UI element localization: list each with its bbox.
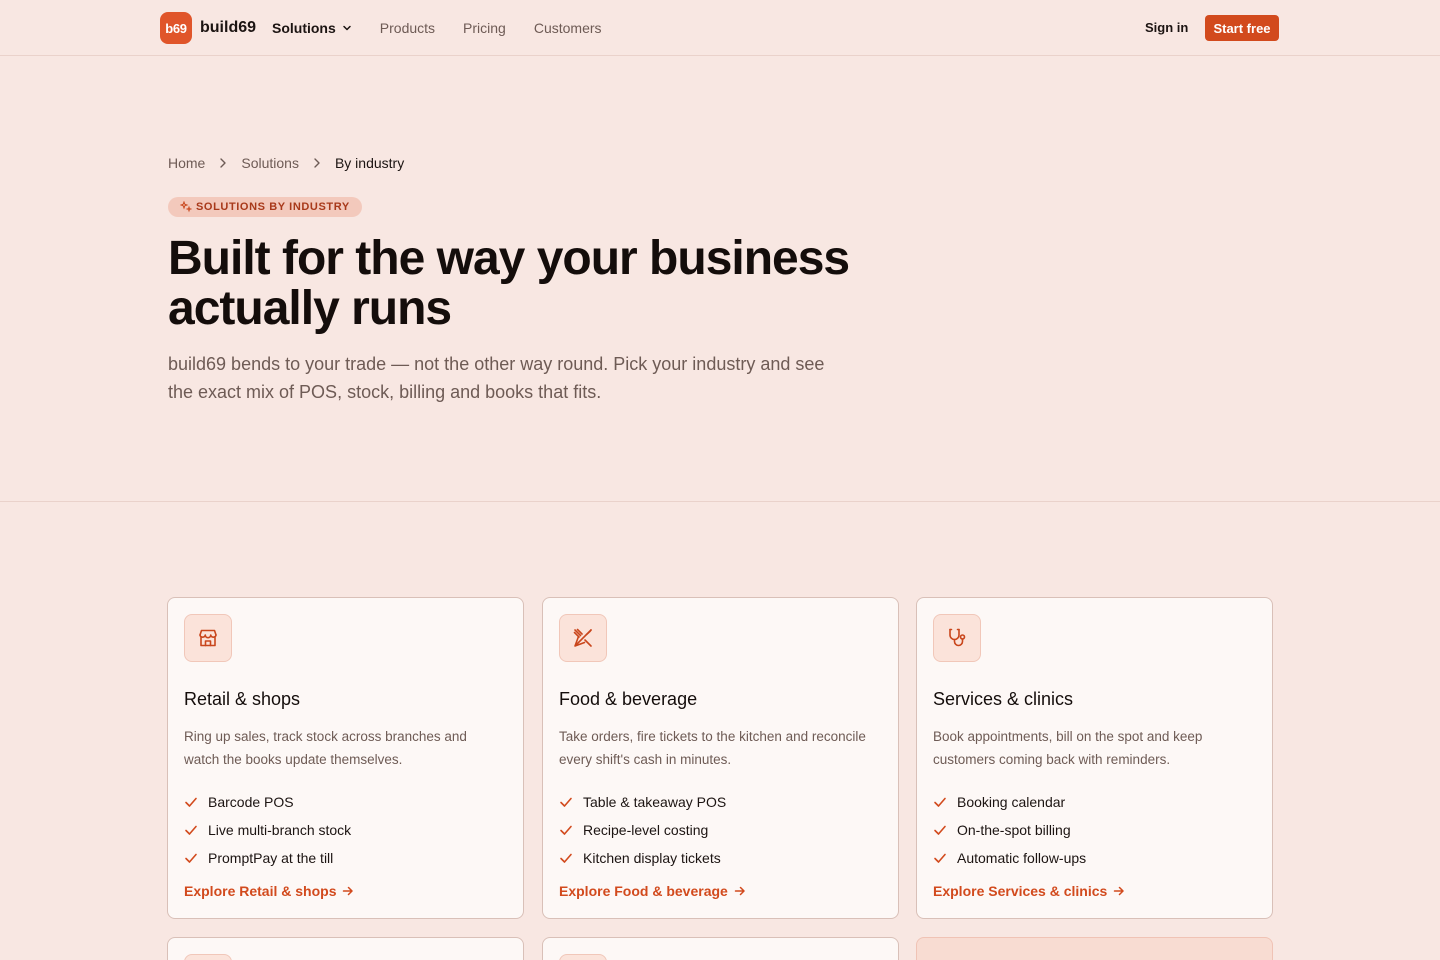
arrow-right-icon xyxy=(343,886,354,896)
feature-label: Booking calendar xyxy=(957,794,1066,810)
logo-text: build69 xyxy=(200,19,257,36)
top-navbar: b69 build69 Solutions Products Pricing C… xyxy=(0,0,1440,56)
card-icon-container xyxy=(559,954,607,960)
check-icon xyxy=(560,797,572,807)
industry-card-partial-highlight[interactable] xyxy=(916,937,1273,960)
breadcrumb: Home Solutions By industry xyxy=(168,155,404,171)
feature-label: PromptPay at the till xyxy=(208,850,334,866)
check-icon xyxy=(934,825,946,835)
eyebrow-badge: SOLUTIONS BY INDUSTRY xyxy=(168,197,362,217)
feature-list: Booking calendar On-the-spot billing Aut… xyxy=(933,788,1086,872)
check-icon xyxy=(934,853,946,863)
chevron-right-icon xyxy=(314,158,320,168)
explore-services-link[interactable]: Explore Services & clinics xyxy=(933,883,1125,899)
industry-card-partial[interactable] xyxy=(167,937,524,960)
page-subtitle: build69 bends to your trade — not the ot… xyxy=(168,354,825,402)
feature-item: Table & takeaway POS xyxy=(559,788,726,816)
card-title: Services & clinics xyxy=(933,689,1074,709)
card-title: Retail & shops xyxy=(184,689,301,709)
logo-badge: b69 xyxy=(160,12,192,44)
feature-label: Automatic follow-ups xyxy=(957,850,1087,866)
store-icon xyxy=(199,629,217,647)
utensils-icon xyxy=(573,628,592,647)
card-link-label: Explore Services & clinics xyxy=(933,883,1108,899)
feature-label: Recipe-level costing xyxy=(583,822,709,838)
feature-item: Automatic follow-ups xyxy=(933,844,1086,872)
card-description: Take orders, fire tickets to the kitchen… xyxy=(559,729,866,767)
card-icon-container xyxy=(184,614,232,662)
industry-card-services[interactable]: Services & clinics Book appointments, bi… xyxy=(916,597,1273,919)
check-icon xyxy=(560,853,572,863)
section-divider xyxy=(0,501,1440,502)
arrow-right-icon xyxy=(734,886,745,896)
breadcrumb-home[interactable]: Home xyxy=(168,155,205,171)
feature-item: PromptPay at the till xyxy=(184,844,351,872)
nav-item-solutions[interactable]: Solutions xyxy=(272,20,352,36)
feature-item: Booking calendar xyxy=(933,788,1086,816)
check-icon xyxy=(185,825,197,835)
card-icon-container xyxy=(933,614,981,662)
feature-item: Barcode POS xyxy=(184,788,351,816)
nav-item-label: Solutions xyxy=(272,20,336,36)
check-icon xyxy=(934,797,946,807)
feature-label: Live multi-branch stock xyxy=(208,822,352,838)
page-title: Built for the way your business actually… xyxy=(168,232,850,335)
feature-item: Kitchen display tickets xyxy=(559,844,726,872)
nav-item-customers[interactable]: Customers xyxy=(534,20,602,36)
feature-item: On-the-spot billing xyxy=(933,816,1086,844)
card-title: Food & beverage xyxy=(559,689,698,709)
breadcrumb-current: By industry xyxy=(334,155,405,171)
chevron-down-icon xyxy=(343,25,351,31)
industry-card-partial[interactable] xyxy=(542,937,899,960)
feature-label: On-the-spot billing xyxy=(957,822,1071,838)
arrow-right-icon xyxy=(1114,886,1125,896)
explore-retail-link[interactable]: Explore Retail & shops xyxy=(184,883,354,899)
feature-list: Table & takeaway POS Recipe-level costin… xyxy=(559,788,726,872)
card-icon-container xyxy=(184,954,232,960)
eyebrow-text: SOLUTIONS BY INDUSTRY xyxy=(196,201,350,213)
industry-card-retail[interactable]: Retail & shops Ring up sales, track stoc… xyxy=(167,597,524,919)
feature-list: Barcode POS Live multi-branch stock Prom… xyxy=(184,788,351,872)
sparkles-icon xyxy=(180,201,192,213)
feature-item: Live multi-branch stock xyxy=(184,816,351,844)
start-free-button[interactable]: Start free xyxy=(1205,15,1279,41)
check-icon xyxy=(560,825,572,835)
breadcrumb-solutions[interactable]: Solutions xyxy=(241,155,299,171)
nav-item-products[interactable]: Products xyxy=(380,20,435,36)
card-link-label: Explore Retail & shops xyxy=(184,883,337,899)
feature-label: Barcode POS xyxy=(208,794,294,810)
stethoscope-icon xyxy=(949,628,966,647)
industry-card-food[interactable]: Food & beverage Take orders, fire ticket… xyxy=(542,597,899,919)
sign-in-link[interactable]: Sign in xyxy=(1145,20,1188,35)
card-icon-container xyxy=(559,614,607,662)
nav-item-pricing[interactable]: Pricing xyxy=(463,20,506,36)
nav-links: Solutions Products Pricing Customers xyxy=(272,0,630,56)
card-description: Ring up sales, track stock across branch… xyxy=(184,729,467,767)
logo[interactable]: b69 build69 xyxy=(160,12,256,44)
explore-food-link[interactable]: Explore Food & beverage xyxy=(559,883,746,899)
feature-label: Kitchen display tickets xyxy=(583,850,721,866)
card-link-label: Explore Food & beverage xyxy=(559,883,728,899)
card-description: Book appointments, bill on the spot and … xyxy=(933,729,1203,767)
check-icon xyxy=(185,797,197,807)
check-icon xyxy=(185,853,197,863)
feature-item: Recipe-level costing xyxy=(559,816,726,844)
chevron-right-icon xyxy=(220,158,227,168)
feature-label: Table & takeaway POS xyxy=(583,794,727,810)
